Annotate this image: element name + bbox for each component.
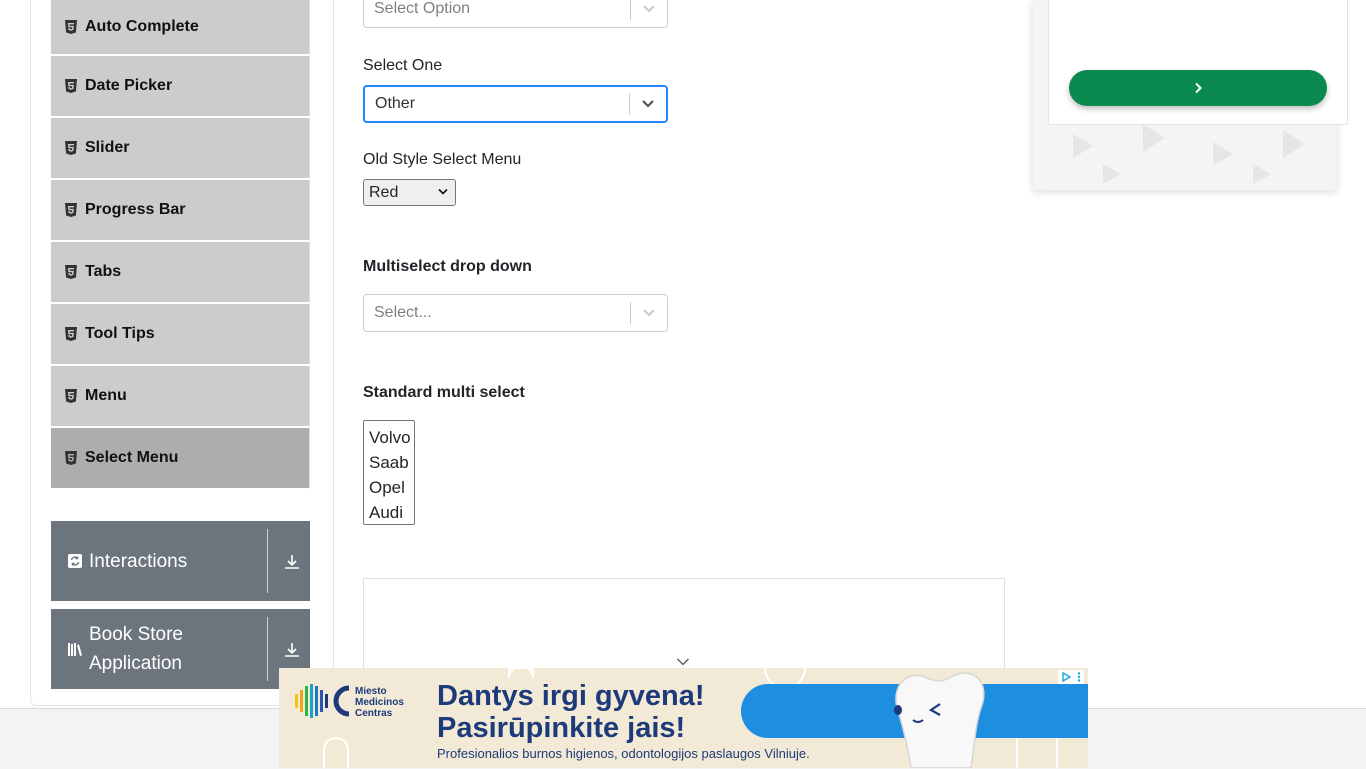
ad-next-button[interactable]: [1069, 70, 1327, 106]
adchoices-icon: [1062, 672, 1071, 682]
more-vertical-icon: [1077, 672, 1081, 682]
chevron-down-icon: [438, 188, 448, 195]
sidebar-item-label: Date Picker: [85, 77, 173, 94]
sidebar-item-progress-bar[interactable]: Progress Bar: [51, 180, 310, 242]
html5-icon: [65, 327, 77, 341]
multiselect-label: Multiselect drop down: [363, 258, 532, 275]
tooth-mascot-icon: [894, 672, 985, 768]
sidebar-item-slider[interactable]: Slider: [51, 118, 310, 180]
chevron-down-icon[interactable]: [676, 657, 690, 667]
group-divider: [267, 617, 268, 681]
group-label: Interactions: [89, 550, 188, 572]
old-style-select[interactable]: Red: [363, 179, 456, 206]
sidebar-group-book-store[interactable]: Book Store Application: [51, 609, 310, 689]
chevron-right-icon: [1195, 82, 1202, 94]
html5-icon: [65, 141, 77, 155]
multiselect-placeholder: Select...: [374, 304, 432, 321]
side-ad-inner: [1048, 0, 1348, 125]
sidebar-item-tool-tips[interactable]: Tool Tips: [51, 304, 310, 366]
sidebar-item-label: Tool Tips: [85, 325, 155, 342]
sidebar-menu-list: Auto Complete Date Picker Slider Progres…: [51, 0, 310, 490]
sidebar-group-interactions[interactable]: Interactions: [51, 521, 310, 601]
clinic-logo-icon: [295, 684, 350, 718]
standard-multi-select[interactable]: Volvo Saab Opel Audi: [363, 420, 415, 525]
clinic-logo-text: Miesto Medicinos Centras: [355, 686, 404, 719]
old-style-select-value: Red: [369, 183, 399, 201]
html5-icon: [65, 265, 77, 279]
old-style-select-label: Old Style Select Menu: [363, 151, 522, 168]
chevron-down-icon[interactable]: [631, 295, 667, 331]
ad-headline: Dantys irgi gyvena! Pasirūpinkite jais!: [437, 680, 705, 744]
sidebar-item-label: Select Menu: [85, 449, 179, 466]
sidebar-item-label: Slider: [85, 139, 130, 156]
sidebar-item-select-menu[interactable]: Select Menu: [51, 428, 310, 490]
triangle-pattern: [1073, 124, 1305, 184]
download-icon[interactable]: [283, 553, 301, 571]
select-option-dropdown[interactable]: Select Option: [363, 0, 668, 28]
sidebar-item-auto-complete[interactable]: Auto Complete: [51, 0, 310, 56]
multi-option-opel[interactable]: Opel: [369, 475, 409, 500]
adchoices-badge[interactable]: [1058, 670, 1084, 684]
multiselect-dropdown[interactable]: Select...: [363, 294, 668, 332]
sidebar-item-menu[interactable]: Menu: [51, 366, 310, 428]
sidebar-item-label: Progress Bar: [85, 201, 186, 218]
sidebar-item-label: Auto Complete: [85, 18, 199, 35]
sidebar-item-label: Menu: [85, 387, 127, 404]
select-one-label: Select One: [363, 57, 443, 74]
select-one-dropdown[interactable]: Other: [363, 85, 668, 123]
group-label: Book Store Application: [89, 624, 183, 674]
html5-icon: [65, 451, 77, 465]
multi-option-volvo[interactable]: Volvo: [369, 425, 411, 450]
group-divider: [267, 529, 268, 593]
html5-icon: [65, 203, 77, 217]
select-option-placeholder: Select Option: [374, 0, 471, 17]
bottom-banner-ad[interactable]: Miesto Medicinos Centras Dantys irgi gyv…: [279, 668, 1088, 768]
sidebar-item-label: Tabs: [85, 263, 122, 280]
download-icon[interactable]: [283, 641, 301, 659]
multi-option-saab[interactable]: Saab: [369, 450, 409, 475]
html5-icon: [65, 20, 77, 34]
side-ad-card: [1033, 0, 1348, 190]
chevron-down-icon[interactable]: [630, 87, 666, 121]
html5-icon: [65, 389, 77, 403]
sidebar-item-tabs[interactable]: Tabs: [51, 242, 310, 304]
standard-multi-select-label: Standard multi select: [363, 384, 525, 401]
sidebar-item-date-picker[interactable]: Date Picker: [51, 56, 310, 118]
multi-option-audi[interactable]: Audi: [369, 500, 409, 525]
html5-icon: [65, 79, 77, 93]
books-icon: [68, 643, 82, 656]
select-one-value: Other: [375, 95, 416, 112]
chevron-down-icon[interactable]: [631, 0, 667, 27]
refresh-icon: [68, 554, 82, 568]
ad-subtext: Profesionalios burnos higienos, odontolo…: [437, 746, 810, 761]
left-panel: Auto Complete Date Picker Slider Progres…: [30, 0, 334, 706]
